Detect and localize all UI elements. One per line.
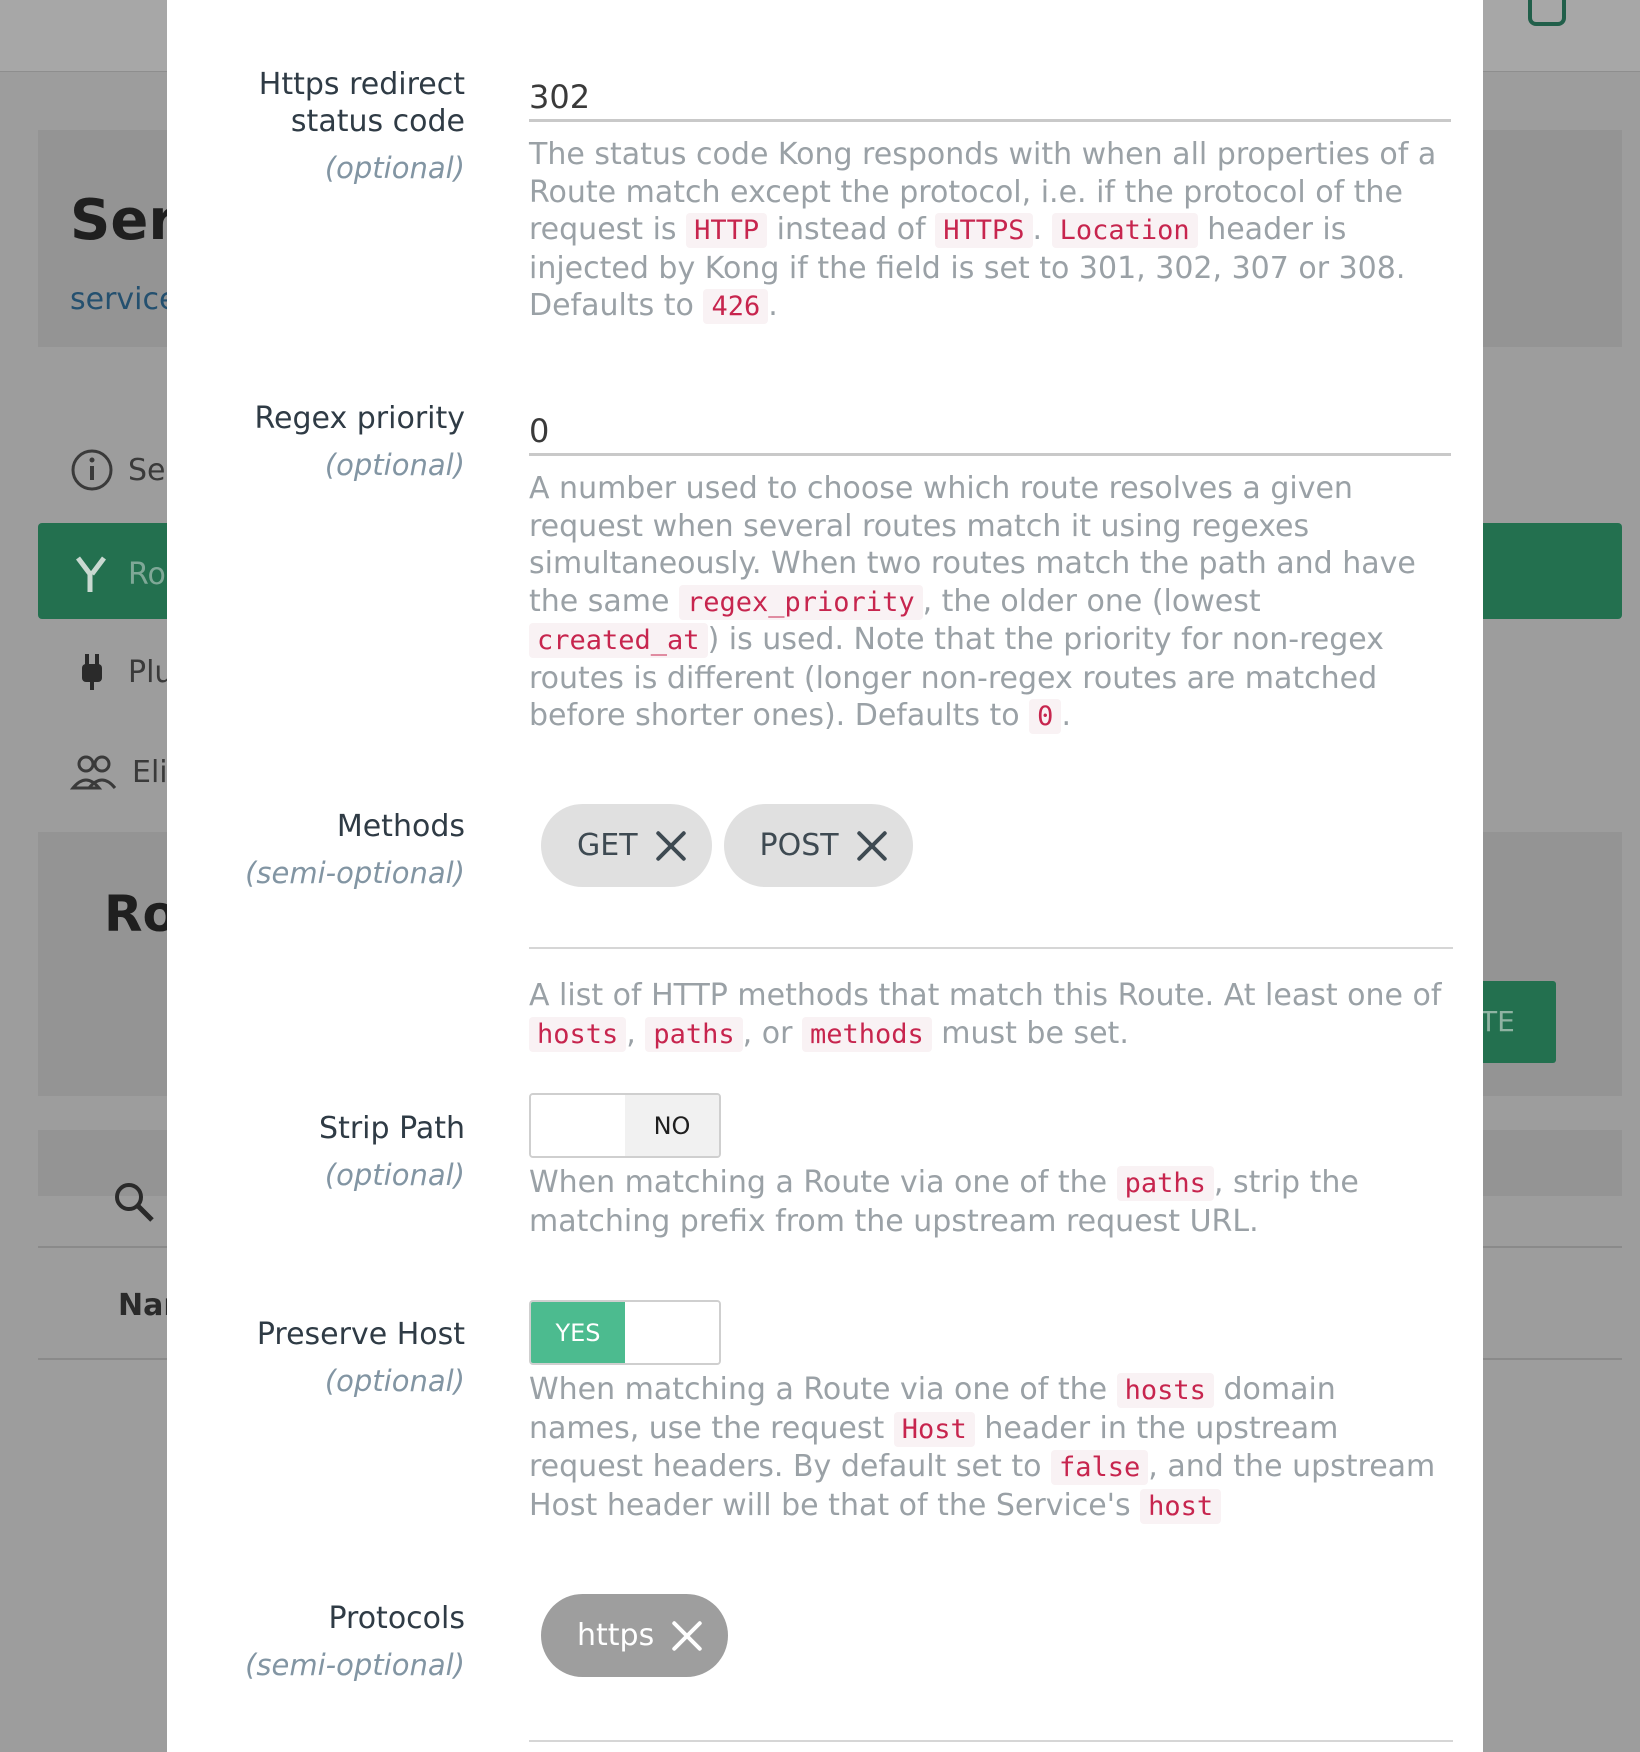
field-label: Preserve Host xyxy=(256,1317,465,1352)
code-snippet: HTTP xyxy=(686,213,768,248)
optional-hint: (optional) xyxy=(324,151,465,185)
method-chip-post[interactable]: POST xyxy=(723,804,913,887)
nav-item-label: Eli xyxy=(132,754,168,790)
info-icon xyxy=(71,449,113,491)
plug-icon xyxy=(82,654,102,690)
optional-hint: (semi-optional) xyxy=(245,1648,465,1682)
protocols-input-underline xyxy=(529,1740,1453,1742)
field-label: Methods xyxy=(336,809,465,844)
service-title: Ser xyxy=(70,188,176,253)
protocol-chip-https[interactable]: https xyxy=(541,1594,729,1677)
optional-hint: (semi-optional) xyxy=(245,856,465,890)
search-icon[interactable] xyxy=(112,1180,156,1224)
code-snippet: HTTPS xyxy=(935,213,1033,248)
nav-item-routes[interactable]: Ro xyxy=(70,552,166,596)
nav-item-label: Ro xyxy=(128,556,166,592)
code-snippet: created_at xyxy=(529,623,708,658)
field-help-text: When matching a Route via one of the hos… xyxy=(529,1372,1436,1524)
remove-chip-icon[interactable] xyxy=(855,829,889,863)
field-label: Https redirect status code xyxy=(258,67,465,139)
field-label: Regex priority xyxy=(254,401,465,436)
field-help-text: When matching a Route via one of the pat… xyxy=(529,1165,1359,1239)
toggle-state-label: YES xyxy=(531,1302,625,1363)
code-snippet: methods xyxy=(801,1016,932,1052)
field-label: Strip Path xyxy=(319,1111,465,1146)
https-redirect-status-code-input[interactable] xyxy=(529,66,1451,122)
code-snippet: 0 xyxy=(1029,699,1062,734)
nav-item-service[interactable]: Se xyxy=(70,448,166,492)
method-chip-get[interactable]: GET xyxy=(541,804,712,887)
regex-priority-input[interactable] xyxy=(529,400,1451,456)
field-help-text: A list of HTTP methods that match this R… xyxy=(529,978,1442,1052)
code-snippet: hosts xyxy=(529,1016,627,1052)
code-snippet: hosts xyxy=(1116,1373,1214,1408)
field-help-text: The status code Kong responds with when … xyxy=(529,137,1437,324)
strip-path-toggle[interactable]: NO xyxy=(529,1093,721,1158)
field-help-text: A number used to choose which route reso… xyxy=(529,471,1416,734)
toggle-track xyxy=(625,1302,719,1363)
bell-icon[interactable] xyxy=(1528,0,1566,26)
code-snippet: paths xyxy=(1116,1166,1214,1201)
routes-icon xyxy=(76,556,106,592)
code-snippet: host xyxy=(1140,1488,1222,1524)
nav-item-plugins[interactable]: Plu xyxy=(70,650,173,694)
users-icon xyxy=(70,755,117,790)
remove-chip-icon[interactable] xyxy=(670,1619,704,1653)
optional-hint: (optional) xyxy=(324,448,465,482)
chip-label: https xyxy=(577,1618,655,1653)
chip-label: POST xyxy=(759,828,839,863)
code-snippet: Location xyxy=(1051,213,1198,248)
nav-item-label: Se xyxy=(128,452,166,488)
preserve-host-toggle[interactable]: YES xyxy=(529,1300,721,1365)
optional-hint: (optional) xyxy=(324,1158,465,1192)
optional-hint: (optional) xyxy=(324,1364,465,1398)
code-snippet: 426 xyxy=(703,289,769,324)
code-snippet: Host xyxy=(893,1411,975,1447)
code-snippet: false xyxy=(1050,1450,1149,1485)
chip-label: GET xyxy=(577,828,638,863)
route-form-modal: Https redirect status code (optional) Th… xyxy=(167,0,1483,1752)
protocols-chip-input[interactable]: https xyxy=(529,1594,1453,1684)
routes-title: Ro xyxy=(104,885,177,943)
methods-chip-input[interactable]: GET POST xyxy=(529,804,1453,949)
remove-chip-icon[interactable] xyxy=(654,829,688,863)
field-label: Protocols xyxy=(328,1601,465,1636)
code-snippet: paths xyxy=(645,1016,743,1052)
code-snippet: regex_priority xyxy=(679,584,923,620)
toggle-track xyxy=(531,1095,625,1156)
service-link[interactable]: service xyxy=(70,282,177,317)
toggle-state-label: NO xyxy=(625,1095,719,1156)
nav-item-eligible[interactable]: Eli xyxy=(70,752,168,792)
